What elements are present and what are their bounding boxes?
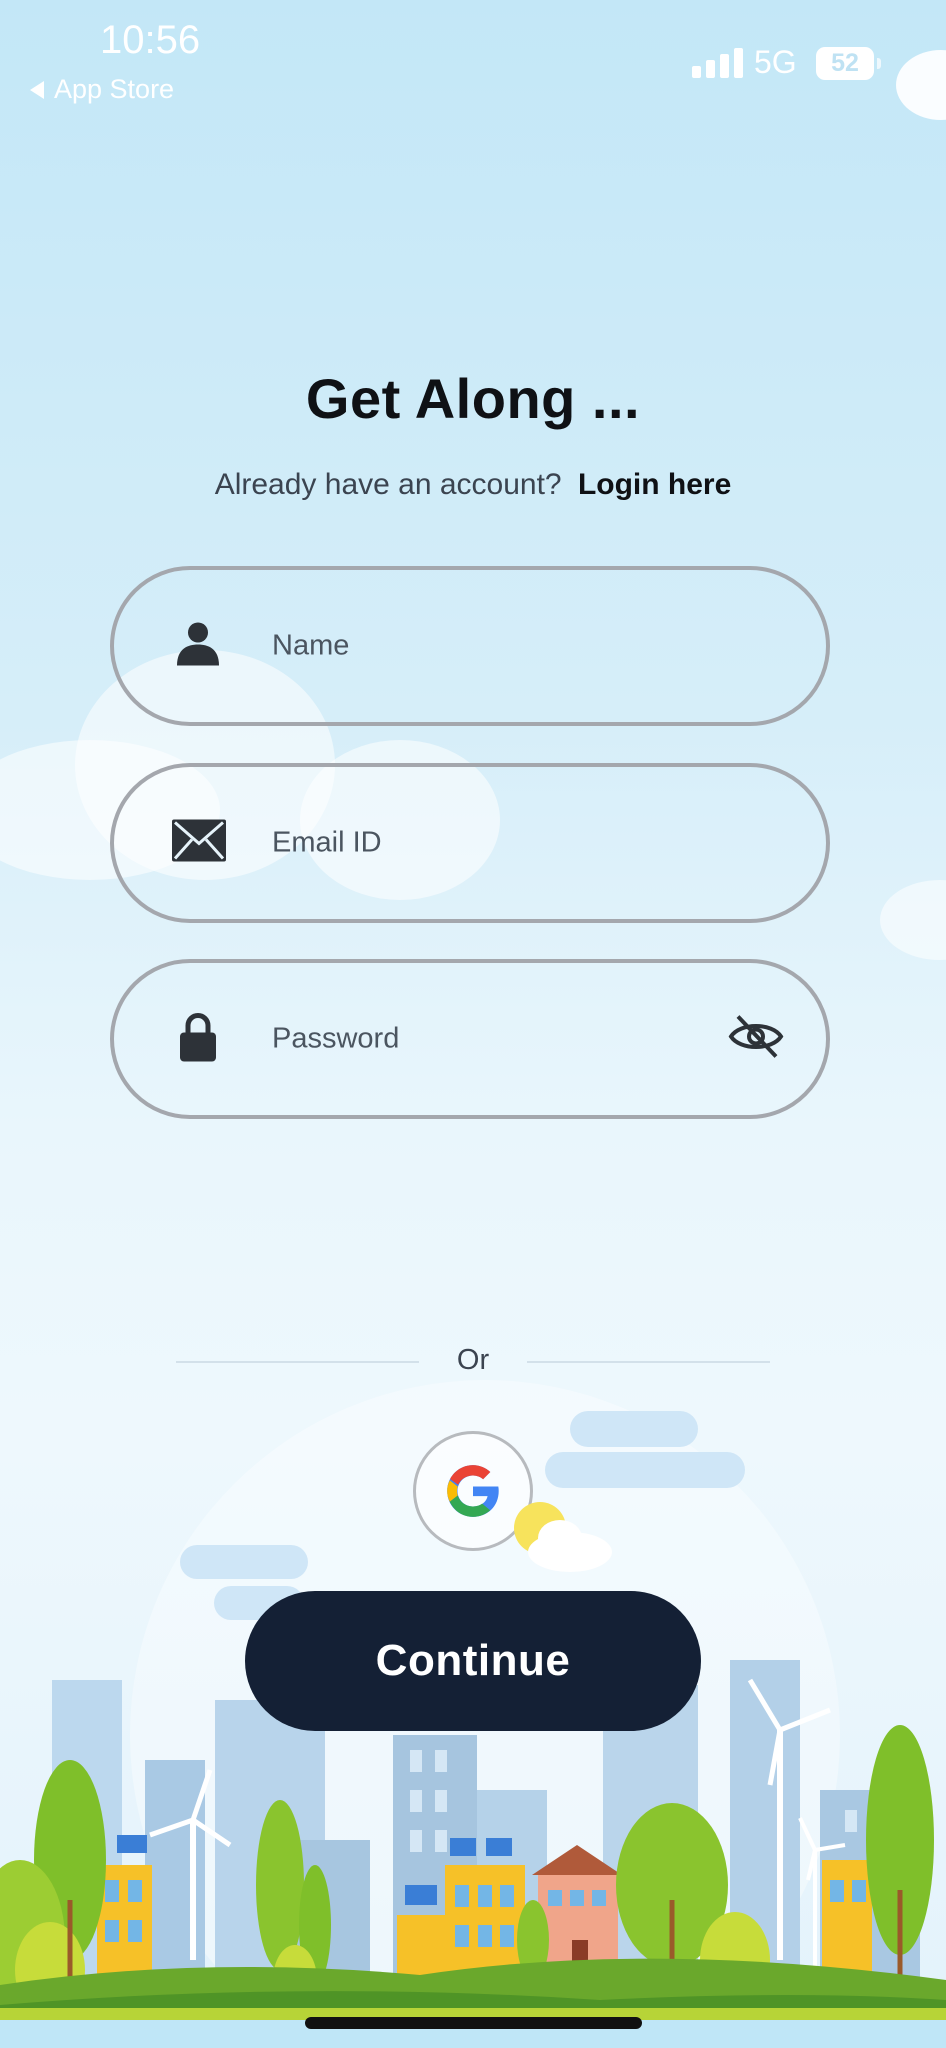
- login-link[interactable]: Login here: [578, 468, 731, 501]
- cloud-decoration: [545, 1452, 745, 1488]
- eye-slash-icon[interactable]: [728, 1013, 784, 1066]
- back-to-app-store[interactable]: App Store: [30, 74, 174, 105]
- cloud-decoration: [570, 1411, 698, 1447]
- login-prompt: Already have an account? Login here: [0, 468, 946, 502]
- google-icon: [447, 1465, 499, 1517]
- sun-cloud-decoration: [514, 1502, 612, 1572]
- password-placeholder: Password: [272, 1022, 400, 1055]
- person-icon: [176, 621, 220, 672]
- cloud-decoration: [880, 880, 946, 960]
- back-label: App Store: [54, 74, 175, 104]
- email-placeholder: Email ID: [272, 826, 382, 859]
- envelope-icon: [172, 819, 226, 867]
- email-field[interactable]: Email ID: [110, 763, 830, 923]
- login-prompt-text: Already have an account?: [214, 468, 562, 501]
- signup-screen: 10:56 App Store 5G 52 Get Along ... Alre…: [0, 0, 946, 2048]
- lock-icon: [180, 1012, 216, 1067]
- home-indicator: [305, 2017, 642, 2029]
- password-field[interactable]: Password: [110, 959, 830, 1119]
- name-placeholder: Name: [272, 629, 350, 662]
- cloud-decoration: [180, 1545, 308, 1579]
- continue-button[interactable]: Continue: [245, 1591, 701, 1731]
- cloud-decoration: [896, 50, 946, 120]
- signal-icon: [692, 48, 743, 78]
- battery-nub: [877, 58, 881, 69]
- status-time: 10:56: [100, 18, 201, 62]
- page-title: Get Along ...: [305, 367, 641, 430]
- back-arrow-icon: [30, 80, 44, 99]
- name-field[interactable]: Name: [110, 566, 830, 726]
- network-type: 5G: [754, 44, 797, 80]
- battery-icon: 52: [816, 47, 874, 80]
- or-label: Or: [456, 1344, 490, 1376]
